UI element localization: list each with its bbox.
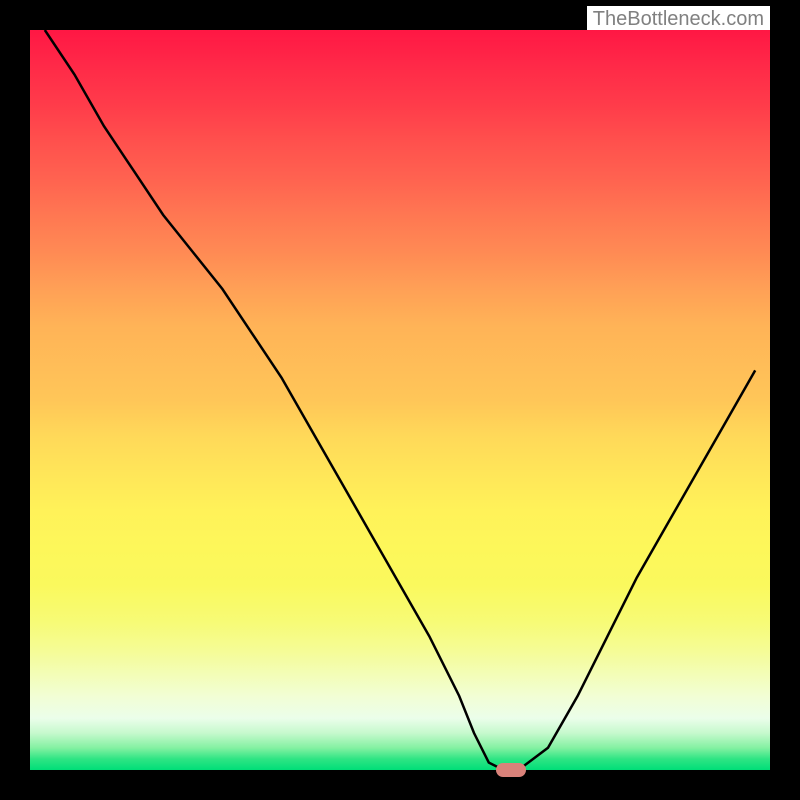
watermark: TheBottleneck.com [587,6,770,33]
bottleneck-curve [30,30,770,770]
optimum-marker [496,763,526,777]
plot-area [30,30,770,770]
chart-container: TheBottleneck.com [0,0,800,800]
